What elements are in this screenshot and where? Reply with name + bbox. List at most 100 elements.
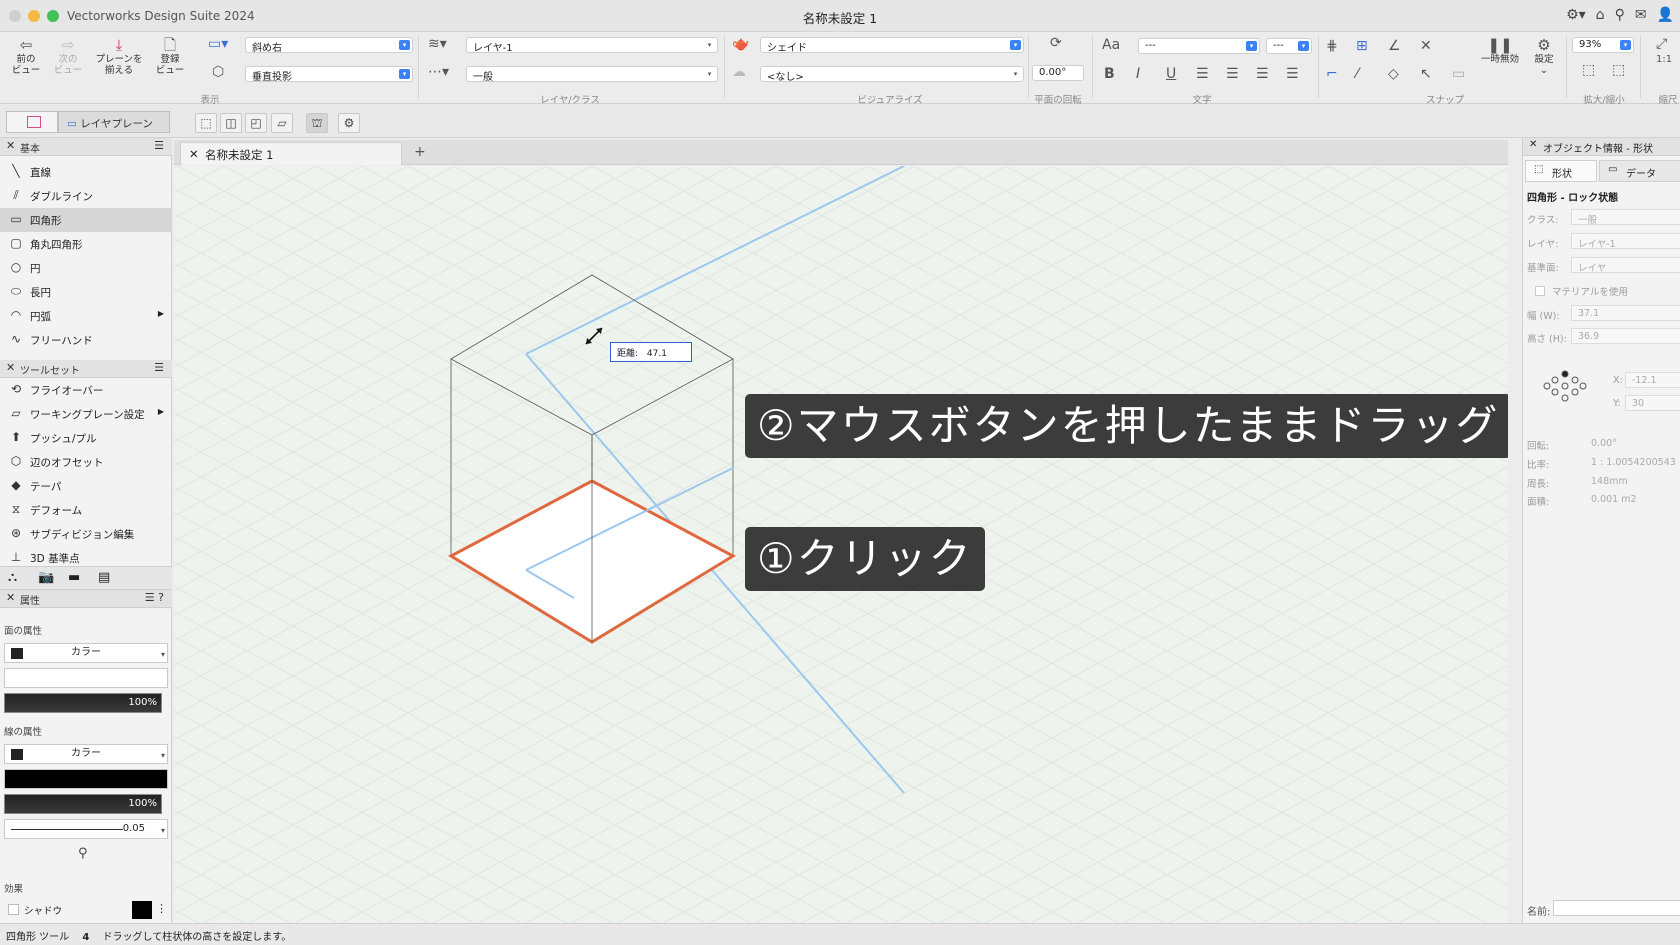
line-opacity-slider[interactable]: 100% xyxy=(4,794,162,814)
line-color-preview[interactable] xyxy=(4,769,168,789)
font-select[interactable]: --- ▾ xyxy=(1138,38,1260,54)
fill-color-preview[interactable] xyxy=(4,668,168,688)
more-icon[interactable]: ⋮ xyxy=(156,902,167,915)
height-value[interactable]: 36.9 xyxy=(1571,328,1680,344)
menu-icon[interactable]: ☰ xyxy=(154,361,164,374)
projection-select[interactable]: 垂直投影 ▾ xyxy=(245,66,413,83)
snap-settings-button[interactable]: ⚙ 設定 ⌄ xyxy=(1528,36,1560,76)
tab-shape[interactable]: ⬚ 形状 xyxy=(1525,160,1597,182)
render-select[interactable]: シェイド ▾ xyxy=(760,37,1024,54)
class-icon[interactable]: ⋯▾ xyxy=(428,64,449,80)
toolset-3d-icon[interactable]: ⛬ xyxy=(8,570,17,585)
line-type-select[interactable]: カラー ▾ xyxy=(4,744,168,764)
screen-plane-tab[interactable] xyxy=(6,111,58,133)
toolset-tool-item[interactable]: ⬡ 辺のオフセット xyxy=(0,450,172,474)
drawing-canvas[interactable]: 距離: 47.1 ②マウスボタンを押したままドラッグ ①クリック xyxy=(174,166,1508,923)
layer-value[interactable]: レイヤ-1 xyxy=(1571,233,1680,250)
scale-icon[interactable]: ⤢ xyxy=(1656,36,1667,52)
align-plane-button[interactable]: ⤓ プレーンを 揃える xyxy=(92,36,146,76)
fill-type-select[interactable]: カラー ▾ xyxy=(4,643,168,663)
close-icon[interactable]: ✕ xyxy=(6,139,15,152)
toolset-building-icon[interactable]: ▤ xyxy=(98,570,110,585)
scale-label[interactable]: 1:1 xyxy=(1656,54,1672,65)
home-icon[interactable]: ⌂ xyxy=(1596,7,1605,23)
close-window-button[interactable] xyxy=(9,10,21,22)
light-icon[interactable]: ☁ xyxy=(732,64,746,80)
shadow-color-swatch[interactable] xyxy=(132,901,152,919)
basic-tool-item[interactable]: ╲ 直線 xyxy=(0,160,172,184)
align-right-icon[interactable]: ☰ xyxy=(1256,66,1269,82)
font-size-select[interactable]: --- ▾ xyxy=(1266,38,1312,54)
line-weight-select[interactable]: 0.05 ▾ xyxy=(4,819,168,839)
snap-intersection-icon[interactable]: ✕ xyxy=(1420,38,1432,54)
mode-rect-rotated-icon[interactable]: ◫ xyxy=(220,113,242,133)
search-icon[interactable]: ⚲ xyxy=(1615,7,1625,23)
align-left-icon[interactable]: ☰ xyxy=(1196,66,1209,82)
rotation-value[interactable]: 0.00° xyxy=(1591,438,1617,449)
align-center-icon[interactable]: ☰ xyxy=(1226,66,1239,82)
toolset-tool-item[interactable]: ⟲ フライオーバー xyxy=(0,378,172,402)
toolset-tool-item[interactable]: ⊛ サブディビジョン編集 xyxy=(0,522,172,546)
basic-tool-item[interactable]: ▢ 角丸四角形 xyxy=(0,232,172,256)
zoom-window-button[interactable] xyxy=(47,10,59,22)
view-select[interactable]: 斜め右 ▾ xyxy=(245,37,413,54)
class-select[interactable]: 一般 ▾ xyxy=(466,66,718,83)
teapot-icon[interactable]: 🫖 xyxy=(732,36,749,52)
mode-extrude-icon[interactable]: ⛫ xyxy=(306,113,328,133)
width-value[interactable]: 37.1 xyxy=(1571,305,1680,321)
basic-tool-item[interactable]: ⫽ ダブルライン xyxy=(0,184,172,208)
pause-snap-button[interactable]: ❚❚ 一時無効 xyxy=(1476,36,1524,65)
user-icon[interactable]: 👤 xyxy=(1657,7,1674,23)
snap-object-icon[interactable]: ⊞ xyxy=(1356,38,1368,54)
close-icon[interactable]: ✕ xyxy=(6,591,15,604)
minimize-window-button[interactable] xyxy=(28,10,40,22)
layer-icon[interactable]: ≋▾ xyxy=(428,36,447,52)
menu-icon[interactable]: ☰ ? xyxy=(145,591,164,604)
italic-button[interactable]: I xyxy=(1136,66,1140,82)
snap-smart-point-icon[interactable]: ⌐ xyxy=(1326,66,1338,82)
font-icon[interactable]: Aa xyxy=(1102,37,1120,53)
zoom-to-objects-icon[interactable]: ⬚ xyxy=(1612,62,1625,78)
underline-button[interactable]: U xyxy=(1166,66,1176,82)
shadow-checkbox[interactable] xyxy=(8,904,19,915)
toolset-tool-item[interactable]: ⏥ ワーキングプレーン設定 ▶ xyxy=(0,402,172,426)
snap-working-plane-icon[interactable]: ▭ xyxy=(1452,66,1465,82)
snap-tangent-icon[interactable]: ◇ xyxy=(1388,66,1399,82)
plane-value[interactable]: レイヤ xyxy=(1571,257,1680,274)
basic-tool-item[interactable]: ∿ フリーハンド xyxy=(0,328,172,352)
snap-distance-icon[interactable]: ⁄ xyxy=(1356,66,1358,82)
toolset-tool-item[interactable]: ⧖ デフォーム xyxy=(0,498,172,522)
name-input[interactable] xyxy=(1553,900,1680,916)
basic-tool-item[interactable]: ◠ 円弧 ▶ xyxy=(0,304,172,328)
snap-edge-icon[interactable]: ↖ xyxy=(1420,66,1432,82)
layer-plane-tab[interactable]: ▭ レイヤプレーン xyxy=(58,111,170,133)
projection-icon[interactable]: ⬡ xyxy=(212,64,224,80)
saved-view-button[interactable]: 🗋 登録 ビュー xyxy=(150,36,190,76)
toolset-tool-item[interactable]: ◆ テーパ xyxy=(0,474,172,498)
mode-rect-select-icon[interactable]: ⬚ xyxy=(195,113,217,133)
close-icon[interactable]: ✕ xyxy=(6,361,15,374)
close-icon[interactable]: ✕ xyxy=(189,147,199,161)
snap-grid-icon[interactable]: ⋕ xyxy=(1326,38,1338,54)
next-view-button[interactable]: ⇨ 次の ビュー xyxy=(48,36,88,76)
basic-tool-item[interactable]: ○ 円 xyxy=(0,256,172,280)
mode-rect-plane-icon[interactable]: ▱ xyxy=(271,113,293,133)
basic-tool-item[interactable]: ▭ 四角形 xyxy=(0,208,172,232)
marker-icon[interactable]: ⚲ xyxy=(78,846,88,861)
document-tab[interactable]: ✕ 名称未設定 1 xyxy=(180,142,402,165)
gear-icon[interactable]: ⚙▾ xyxy=(1566,7,1586,23)
mode-rect-3pt-icon[interactable]: ◰ xyxy=(245,113,267,133)
mail-icon[interactable]: ✉ xyxy=(1635,7,1647,23)
view-icon[interactable]: ▭▾ xyxy=(208,36,228,52)
x-value[interactable]: -12.1 xyxy=(1625,372,1680,388)
anchor-point-icon[interactable] xyxy=(1543,368,1587,402)
rotation-field[interactable]: 0.00° xyxy=(1032,65,1084,81)
mode-settings-icon[interactable]: ⚙ xyxy=(338,113,360,133)
class-value[interactable]: 一般 xyxy=(1571,209,1680,226)
close-icon[interactable]: ✕ xyxy=(1529,139,1537,150)
layer-select[interactable]: レイヤ-1 ▾ xyxy=(466,37,718,54)
zoom-select[interactable]: 93% ▾ xyxy=(1572,37,1634,53)
bold-button[interactable]: B xyxy=(1104,66,1115,82)
toolset-tool-item[interactable]: ⬆ プッシュ/プル xyxy=(0,426,172,450)
plane-rotation-icon[interactable]: ⟳ xyxy=(1050,35,1062,51)
